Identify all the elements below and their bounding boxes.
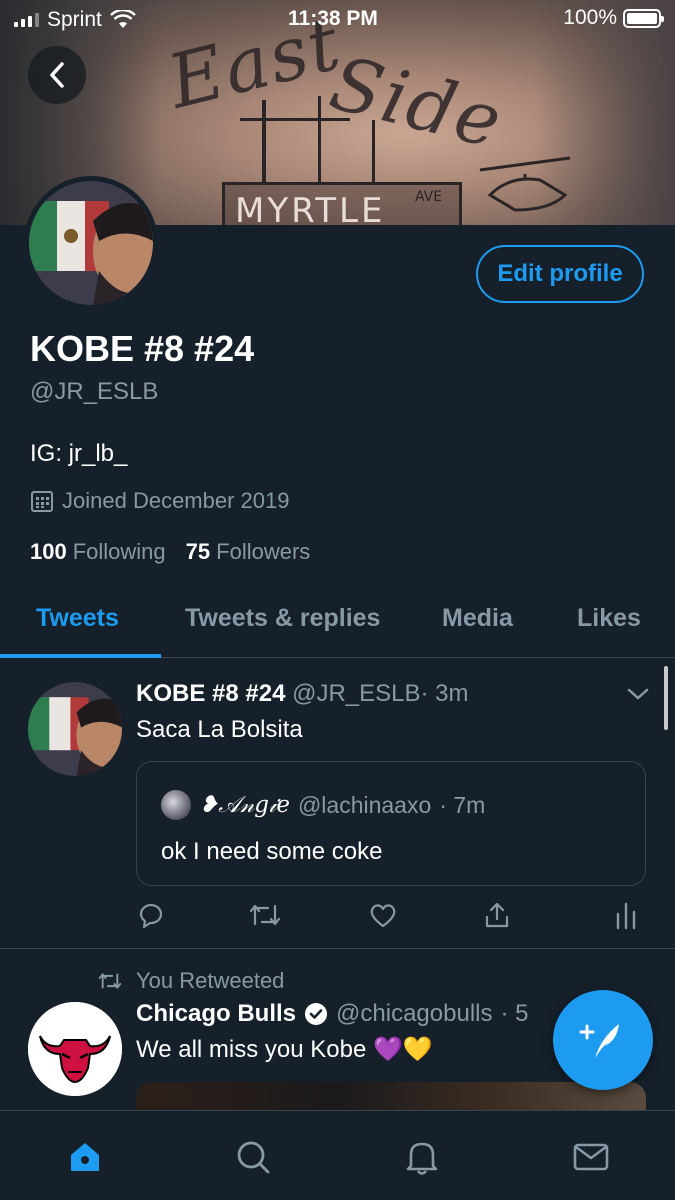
tweet-author-name[interactable]: Chicago Bulls: [136, 1000, 296, 1028]
tab-media[interactable]: Media: [442, 604, 513, 633]
bell-icon: [406, 1142, 438, 1175]
quoted-author-handle: @lachinaaxo: [297, 791, 432, 818]
analytics-icon: [616, 902, 636, 930]
chevron-left-icon: [50, 62, 64, 88]
battery-percent: 100%: [563, 6, 617, 29]
reply-button[interactable]: [136, 900, 166, 935]
tweet-timestamp: · 3m: [420, 680, 469, 707]
home-icon: [71, 1143, 99, 1171]
tweet-author-handle: @JR_ESLB: [292, 680, 421, 707]
profile-stats: 100 Following 75 Followers: [30, 539, 310, 565]
tweet-author-handle: @chicagobulls: [336, 1000, 493, 1027]
battery-icon: [623, 8, 664, 28]
quoted-tweet[interactable]: ❥𝒜𝓃𝑔𝒾𝑒 @lachinaaxo · 7m ok I need some co…: [136, 761, 646, 886]
profile-joined-date: Joined December 2019: [30, 488, 289, 514]
profile-bio: IG: jr_lb_: [30, 440, 128, 467]
profile-name: KOBE #8 #24: [30, 328, 255, 369]
banner-tattoo-wire: [240, 118, 350, 121]
share-button[interactable]: [482, 900, 512, 935]
bulls-logo-icon: [28, 1002, 122, 1096]
tweet-author-name[interactable]: KOBE #8 #24: [136, 680, 285, 707]
profile-handle: @JR_ESLB: [30, 378, 159, 405]
quoted-tweet-text: ok I need some coke: [161, 838, 383, 865]
heart-icon: [370, 904, 396, 928]
chevron-down-icon[interactable]: [626, 684, 650, 704]
profile-avatar[interactable]: [24, 176, 158, 310]
followers-count: 75: [185, 539, 211, 564]
analytics-button[interactable]: [614, 900, 638, 935]
compose-tweet-button[interactable]: [553, 990, 653, 1090]
mail-icon: [573, 1143, 609, 1171]
nav-messages[interactable]: [567, 1133, 615, 1181]
tweet-actions: [136, 900, 646, 934]
banner-tattoo-pole: [372, 120, 375, 184]
banner-tattoo-pole: [318, 96, 321, 184]
carrier-name: Sprint: [47, 8, 102, 31]
followers-label: Followers: [216, 539, 311, 564]
banner-helicopter-drawing: [479, 156, 571, 212]
nav-notifications[interactable]: [398, 1133, 446, 1181]
search-icon: [237, 1141, 270, 1174]
reply-icon: [139, 903, 163, 929]
back-button[interactable]: [28, 46, 86, 104]
tweet-author-avatar[interactable]: [28, 1002, 122, 1096]
retweet-button[interactable]: [248, 900, 282, 935]
joined-text: Joined December 2019: [62, 488, 290, 513]
tab-likes[interactable]: Likes: [577, 604, 641, 633]
status-bar: Sprint 11:38 PM 100%: [0, 0, 675, 38]
nav-home[interactable]: [61, 1133, 109, 1181]
nav-search[interactable]: [229, 1133, 277, 1181]
quoted-author-name: ❥𝒜𝓃𝑔𝒾𝑒: [199, 792, 290, 818]
wifi-icon: [109, 10, 136, 28]
following-count: 100: [30, 539, 67, 564]
bottom-navigation: [0, 1110, 675, 1200]
followers-link[interactable]: 75 Followers: [186, 539, 311, 565]
tab-tweets-and-replies[interactable]: Tweets & replies: [185, 604, 380, 633]
tweet-author-avatar-image: [28, 682, 122, 776]
active-tab-indicator: [0, 654, 161, 658]
tweet-header: Chicago Bulls @chicagobulls · 5: [136, 1000, 529, 1028]
calendar-icon: [31, 491, 53, 512]
tweet-divider: [0, 948, 675, 949]
profile-tabs: Tweets Tweets & replies Media Likes: [0, 590, 675, 658]
tweet-header: KOBE #8 #24 @JR_ESLB· 3m: [136, 680, 469, 708]
tab-tweets[interactable]: Tweets: [36, 604, 119, 633]
quoted-tweet-header: ❥𝒜𝓃𝑔𝒾𝑒 @lachinaaxo · 7m: [161, 790, 485, 820]
verified-badge-icon: [305, 1003, 328, 1025]
tweet-timestamp: · 5: [500, 1000, 529, 1027]
tweet-text: We all miss you Kobe 💜💛: [136, 1036, 433, 1063]
like-button[interactable]: [368, 900, 398, 935]
scrollbar[interactable]: [664, 666, 668, 730]
following-label: Following: [72, 539, 166, 564]
banner-tattoo-pole: [262, 100, 266, 184]
quoted-timestamp: · 7m: [439, 791, 486, 818]
banner-tattoo-text-side: Side: [322, 40, 512, 166]
retweet-icon: [249, 904, 281, 926]
edit-profile-button[interactable]: Edit profile: [476, 245, 644, 303]
following-link[interactable]: 100 Following: [30, 539, 166, 565]
compose-tweet-icon: [579, 1024, 619, 1058]
share-icon: [485, 902, 509, 928]
tweet-text: Saca La Bolsita: [136, 716, 303, 743]
retweet-icon: [98, 973, 122, 989]
retweet-label: You Retweeted: [136, 968, 285, 993]
status-time: 11:38 PM: [288, 7, 378, 30]
signal-strength-icon: [14, 13, 39, 27]
banner-sign-text: MYRTLE: [235, 191, 386, 225]
tweet-author-avatar[interactable]: [28, 682, 122, 776]
quoted-author-avatar: [161, 790, 191, 820]
profile-avatar-image: [29, 181, 153, 305]
banner-tattoo-sign: MYRTLE AVE: [222, 182, 462, 225]
retweet-indicator: You Retweeted: [96, 968, 284, 994]
banner-sign-small-text: AVE: [415, 189, 443, 205]
